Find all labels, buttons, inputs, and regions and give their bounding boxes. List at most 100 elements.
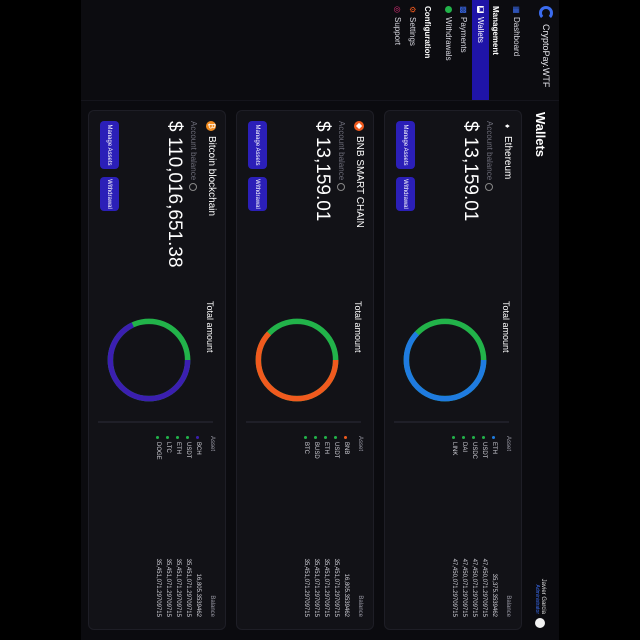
logo-icon	[539, 6, 553, 20]
manage-assets-button[interactable]: Manage Assets	[248, 121, 267, 169]
total-amount-label: Total amount	[501, 301, 511, 353]
manage-assets-button[interactable]: Manage Assets	[100, 121, 119, 169]
total-amount-label: Total amount	[205, 301, 215, 353]
sidebar-item-withdrawals[interactable]: Withdrawals	[440, 0, 457, 100]
asset-balance: 35,451,071.29709715	[155, 558, 161, 617]
asset-row: BCH	[193, 436, 203, 455]
balance-column-header: Balance	[357, 595, 363, 617]
asset-symbol: DAI	[461, 442, 467, 453]
withdrawal-button[interactable]: Withdrawal	[248, 177, 267, 211]
bnb-icon: ◆	[354, 121, 365, 131]
total-amount-label: Total amount	[353, 301, 363, 353]
asset-row: USDT	[331, 436, 341, 458]
asset-symbol: LINK	[451, 442, 457, 456]
account-balance-text: Account balance	[189, 121, 198, 181]
screen: CryptoPay.WTF ▦ Dashboard Management ▣ W…	[0, 0, 640, 640]
sidebar-item-wallets[interactable]: ▣ Wallets	[472, 0, 489, 100]
support-icon: ◎	[393, 6, 402, 13]
asset-color-dot	[156, 436, 160, 439]
app-window: CryptoPay.WTF ▦ Dashboard Management ▣ W…	[81, 0, 559, 640]
card-actions: Manage Assets Withdrawal	[248, 121, 267, 211]
asset-color-dot	[304, 436, 308, 439]
asset-row: LINK	[449, 436, 459, 455]
logo[interactable]: CryptoPay.WTF	[539, 6, 553, 87]
asset-column-header: Asset	[505, 436, 511, 452]
asset-row: BUSD	[311, 436, 321, 459]
user-name: Javier Garcia	[540, 578, 547, 614]
withdrawal-button[interactable]: Withdrawal	[100, 177, 119, 211]
ethereum-icon: ♦	[503, 123, 512, 129]
asset-color-dot	[176, 436, 180, 439]
asset-symbol: ETH	[491, 442, 497, 454]
asset-row: USDT	[479, 436, 489, 458]
asset-symbol: LTC	[165, 442, 171, 453]
sidebar-item-label: Payments	[459, 17, 468, 53]
asset-balance: 35,375.3539462	[491, 573, 497, 617]
account-balance-label: Account balance	[337, 121, 346, 192]
avatar[interactable]	[535, 618, 546, 628]
sidebar-item-label: Wallets	[476, 17, 485, 43]
account-balance-value: $ 110,016,651.38	[164, 121, 185, 268]
asset-color-dot	[186, 436, 190, 439]
asset-color-dot	[334, 436, 338, 439]
page-title: Wallets	[533, 112, 548, 158]
account-balance-text: Account balance	[337, 121, 346, 181]
asset-row: USDT	[183, 436, 193, 458]
asset-balance: 16,805.3539462	[195, 573, 201, 617]
asset-row: ETH	[321, 436, 331, 454]
asset-color-dot	[324, 436, 328, 439]
withdrawal-button[interactable]: Withdrawal	[396, 177, 415, 211]
user-menu[interactable]: Javier Garcia Administrator	[535, 579, 547, 628]
asset-row: ETH	[489, 436, 499, 454]
asset-row: DAI	[459, 436, 469, 452]
asset-balance: 35,451,071.29709715	[303, 558, 309, 617]
dashboard-icon: ▦	[512, 6, 521, 14]
chain-name-row: ♦ Ethereum	[502, 121, 513, 179]
sidebar-item-label: Withdrawals	[444, 17, 453, 61]
asset-balance: 35,451,071.29709715	[175, 558, 181, 617]
asset-balance: 47,450,071.29709715	[451, 558, 457, 617]
asset-color-dot	[196, 436, 200, 439]
balance-column-header: Balance	[505, 595, 511, 617]
chain-name-row: ◆ BNB SMART CHAIN	[354, 121, 365, 228]
info-icon[interactable]	[337, 183, 346, 192]
divider	[246, 421, 361, 423]
asset-color-dot	[492, 436, 496, 439]
asset-symbol: BCH	[195, 442, 201, 455]
withdrawals-icon	[445, 6, 452, 13]
info-icon[interactable]	[189, 183, 198, 192]
asset-balance: 47,450,071.29709715	[471, 558, 477, 617]
asset-row: LTC	[163, 436, 173, 453]
asset-symbol: USDT	[333, 442, 339, 459]
sidebar-item-support[interactable]: ◎ Support	[389, 0, 406, 100]
payments-icon: ▩	[459, 6, 468, 14]
asset-color-dot	[472, 436, 476, 439]
sidebar-item-label: Support	[393, 17, 402, 46]
asset-balance: 35,451,071.29709715	[333, 558, 339, 617]
info-icon[interactable]	[485, 183, 494, 192]
asset-symbol: ETH	[323, 442, 329, 454]
asset-color-dot	[166, 436, 170, 439]
total-amount-donut-chart	[403, 318, 487, 402]
total-amount-donut-chart	[255, 318, 339, 402]
account-balance-label: Account balance	[189, 121, 198, 192]
asset-balance: 35,451,071.29709715	[165, 558, 171, 617]
sidebar-item-settings[interactable]: ⚙ Settings	[404, 0, 421, 100]
asset-symbol: ETH	[175, 442, 181, 454]
bitcoin-icon: ₿	[206, 121, 217, 131]
asset-row: BNB	[341, 436, 351, 454]
asset-symbol: USDT	[185, 442, 191, 459]
asset-color-dot	[344, 436, 348, 439]
asset-color-dot	[462, 436, 466, 439]
section-management: Management	[491, 6, 500, 55]
manage-assets-button[interactable]: Manage Assets	[396, 121, 415, 169]
asset-symbol: USDT	[481, 442, 487, 459]
asset-balance: 35,451,071.29709715	[323, 558, 329, 617]
asset-row: ETH	[173, 436, 183, 454]
wallet-card: ♦ Ethereum Account balance $ 13,159.01 M…	[384, 110, 522, 630]
sidebar-item-payments[interactable]: ▩ Payments	[455, 0, 472, 100]
chain-name-row: ₿ Bitcoin blockchain	[206, 121, 217, 216]
sidebar-item-dashboard[interactable]: ▦ Dashboard	[508, 0, 525, 100]
asset-symbol: BUSD	[313, 442, 319, 459]
card-actions: Manage Assets Withdrawal	[396, 121, 415, 211]
